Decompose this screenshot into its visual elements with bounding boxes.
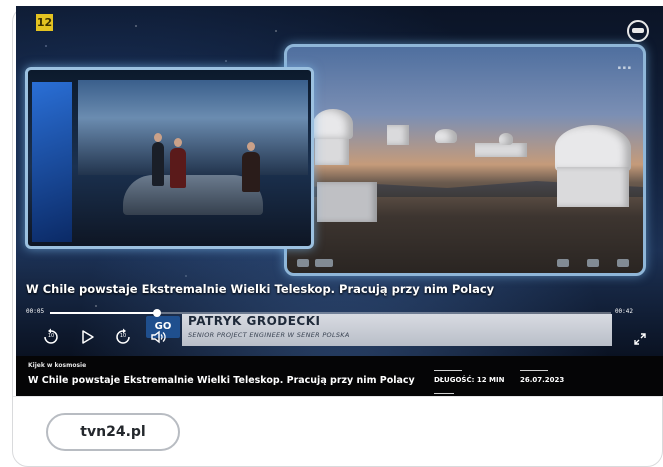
person — [152, 142, 164, 186]
fullscreen-icon — [634, 333, 646, 345]
source-link[interactable]: tvn24.pl — [46, 413, 180, 451]
telescope-dome — [555, 125, 631, 171]
person — [242, 152, 260, 192]
speaker-role: SENIOR PROJECT ENGINEER W SENER POLSKA — [188, 331, 350, 339]
time-elapsed: 00:05 — [26, 308, 45, 315]
observatory-building — [387, 125, 409, 145]
divider-line — [434, 370, 462, 371]
person-head — [154, 133, 162, 142]
observatory-building — [315, 135, 349, 165]
volume-icon — [151, 330, 166, 344]
channel-logo-icon — [627, 20, 649, 42]
progress-handle[interactable] — [152, 309, 161, 317]
person-head — [174, 138, 182, 147]
program-kicker: Kijek w kosmosie — [28, 362, 87, 369]
progress-track[interactable] — [50, 309, 611, 317]
fullscreen-button[interactable] — [633, 332, 647, 349]
forward-label: 10 — [119, 333, 127, 339]
observatory-footage: ▪ ▪ ▪ — [284, 44, 646, 276]
video-duration: DŁUGOŚĆ: 12 MIN — [434, 376, 505, 384]
rewind-10-button[interactable]: 10 — [42, 328, 60, 346]
studio-footage — [25, 67, 314, 249]
video-player[interactable]: 12 ▪ ▪ ▪ W Chile powstaje Ekstremalnie W… — [16, 6, 663, 356]
rewind-label: 10 — [47, 333, 55, 339]
video-headline: W Chile powstaje Ekstremalnie Wielki Tel… — [26, 282, 495, 296]
play-icon — [82, 330, 94, 344]
embedded-controls — [297, 255, 633, 267]
video-info-bar: Kijek w kosmosie W Chile powstaje Ekstre… — [16, 356, 663, 396]
observatory-building — [475, 143, 527, 157]
volume-button[interactable] — [150, 328, 168, 346]
divider-line — [520, 370, 548, 371]
progress-fill — [50, 312, 157, 314]
play-button[interactable] — [78, 328, 96, 346]
divider-line — [434, 393, 454, 394]
studio-screen — [32, 82, 72, 242]
studio-wall — [78, 80, 308, 175]
footage-watermark: ▪ ▪ ▪ — [617, 65, 631, 71]
card-divider — [13, 396, 663, 397]
telescope-dome — [313, 109, 353, 139]
person — [170, 148, 186, 188]
video-date: 26.07.2023 — [520, 376, 565, 384]
telescope-dome — [499, 133, 513, 145]
person-head — [247, 142, 255, 151]
observatory-building — [317, 182, 377, 222]
observatory-building — [557, 167, 629, 207]
video-title[interactable]: W Chile powstaje Ekstremalnie Wielki Tel… — [28, 375, 415, 386]
time-total: 00:42 — [614, 308, 633, 315]
progress-bar[interactable]: 00:05 00:42 — [26, 306, 633, 326]
channel-badge: 12 — [36, 14, 53, 31]
forward-10-button[interactable]: 10 — [114, 328, 132, 346]
telescope-dome — [435, 129, 457, 143]
